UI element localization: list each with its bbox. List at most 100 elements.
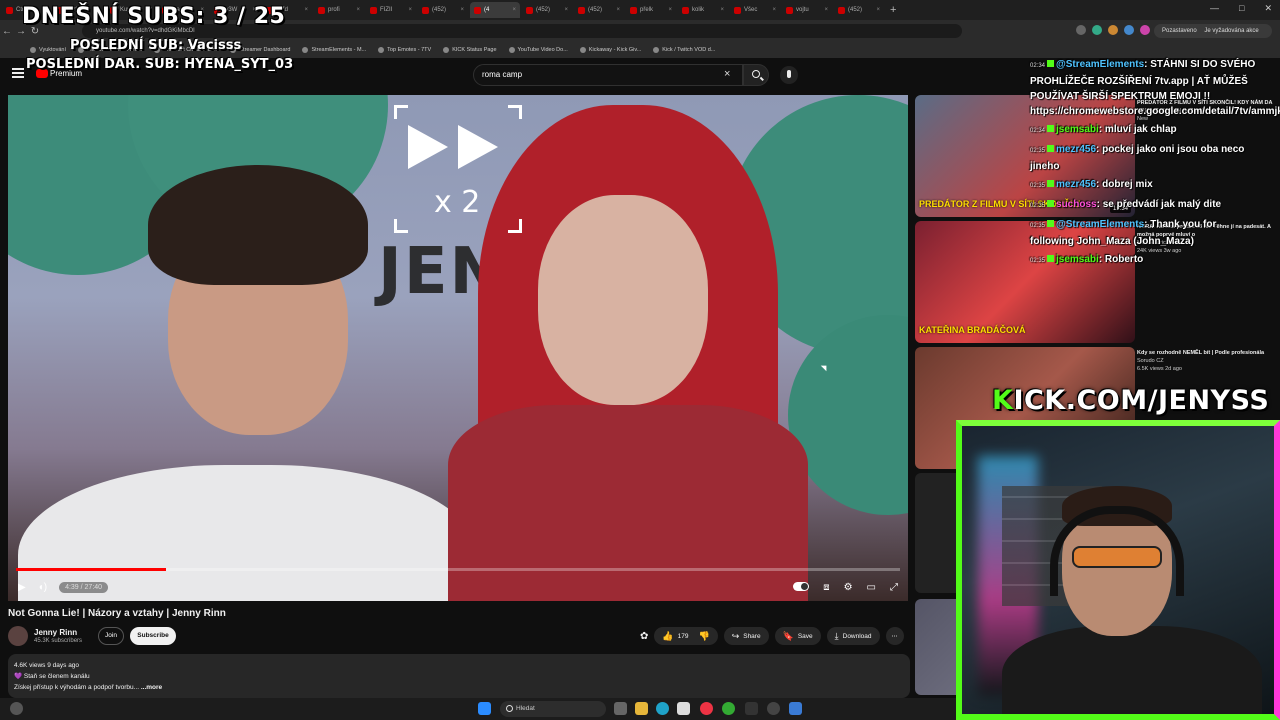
volume-icon[interactable]: ◖) (38, 582, 47, 593)
edge-icon[interactable] (656, 702, 669, 715)
tab-close-icon[interactable]: × (356, 7, 360, 13)
tab-close-icon[interactable]: × (616, 7, 620, 13)
like-count[interactable]: 179 (678, 633, 689, 640)
tab-close-icon[interactable]: × (564, 7, 568, 13)
browser-tab[interactable]: Všec × (730, 2, 780, 18)
tab-close-icon[interactable]: × (824, 7, 828, 13)
captions-icon[interactable]: ⧈ (823, 582, 829, 593)
join-button[interactable]: Join (98, 627, 124, 645)
browser-tab[interactable]: (452) × (522, 2, 572, 18)
last-donation-sub-overlay: POSLEDNÍ DAR. SUB: HYENA_SYT_03 (26, 57, 294, 72)
extension-icon[interactable] (1124, 25, 1134, 35)
tab-close-icon[interactable]: × (876, 7, 880, 13)
profile-button[interactable]: Pozastaveno Je vyžadována akce (1154, 24, 1272, 38)
calculator-icon[interactable] (677, 702, 690, 715)
extension-icon[interactable] (1076, 25, 1086, 35)
browser-tab[interactable]: (452) × (418, 2, 468, 18)
bookmark-item[interactable]: KICK Status Page (443, 47, 497, 53)
back-icon[interactable]: ← (0, 26, 14, 37)
tab-label: (452) (588, 7, 603, 13)
file-explorer-icon[interactable] (635, 702, 648, 715)
chrome-profile-icon[interactable] (722, 702, 735, 715)
kick-badge-icon (1047, 200, 1055, 207)
rec-info[interactable]: Kdy se rozhodně NEMĚL bít | Podle profes… (1137, 349, 1277, 373)
thanks-icon[interactable]: ✿ (640, 631, 648, 642)
tab-close-icon[interactable]: × (772, 7, 776, 13)
tab-label: kolik (692, 7, 705, 13)
tab-favicon-icon (6, 6, 13, 14)
settings-gear-icon[interactable]: ⚙ (844, 582, 853, 593)
share-button[interactable]: ↪ Share (723, 627, 769, 645)
bookmark-favicon-icon (579, 47, 586, 53)
tab-close-icon[interactable]: × (304, 7, 308, 13)
browser-tab[interactable]: kolik × (678, 2, 728, 18)
fullscreen-icon[interactable]: ⤢ (890, 582, 898, 593)
chrome-icon[interactable] (700, 702, 713, 715)
download-button[interactable]: ⤓ Download (826, 627, 880, 645)
subscribe-button[interactable]: Subscribe (130, 627, 176, 645)
new-tab-button[interactable]: + (890, 4, 896, 16)
channel-avatar[interactable] (8, 626, 28, 646)
widgets-icon[interactable] (10, 702, 23, 715)
extension-icon[interactable] (1108, 25, 1118, 35)
play-icon[interactable]: ▶ (18, 582, 26, 593)
bookmark-item[interactable]: YouTube Video Do... (508, 47, 568, 53)
autoplay-toggle[interactable] (793, 581, 810, 591)
frame-corner (508, 105, 522, 119)
browser-tab[interactable]: (4 × (470, 2, 520, 18)
hamburger-menu-icon[interactable] (12, 68, 24, 78)
share-label: Share (743, 632, 761, 640)
like-icon[interactable]: 👍 (662, 631, 673, 642)
task-view-icon[interactable] (614, 702, 627, 715)
close-window-button[interactable]: ✕ (1264, 3, 1272, 14)
start-menu-icon[interactable] (478, 702, 491, 715)
time-display: 4:39 / 27:40 (59, 581, 109, 593)
minimize-button[interactable]: — (1210, 3, 1219, 14)
bookmark-item[interactable]: Vyuktování (30, 47, 66, 53)
search-input[interactable]: roma camp (473, 64, 743, 86)
tab-favicon-icon (370, 6, 377, 14)
bookmark-label: Kickaway - Kick Giv... (588, 47, 642, 53)
browser-tab[interactable]: (452) × (574, 2, 624, 18)
frame-corner (394, 105, 408, 119)
app-icon[interactable] (789, 702, 802, 715)
channel-name[interactable]: Jenny Rinn (34, 628, 77, 637)
video-player[interactable]: JENN x 2 ▶ ◖) 4:39 / 27:40 ⧈ ⚙ ▭ ⤢ (8, 95, 908, 601)
bookmark-item[interactable]: Kickaway - Kick Giv... (579, 47, 642, 53)
bookmark-item[interactable]: StreamElements - M... (302, 47, 366, 53)
maximize-button[interactable]: □ (1239, 3, 1244, 14)
clear-search-icon[interactable]: × (724, 68, 730, 80)
search-button[interactable] (743, 64, 769, 86)
miniplayer-icon[interactable]: ▭ (867, 582, 876, 593)
tab-label: vojtu (796, 7, 809, 13)
browser-tab[interactable]: profi × (314, 2, 364, 18)
tab-close-icon[interactable]: × (512, 7, 516, 13)
bookmark-label: StreamElements - M... (311, 47, 367, 53)
extension-icon[interactable] (1092, 25, 1102, 35)
terminal-icon[interactable] (745, 702, 758, 715)
browser-tab[interactable]: (452) × (834, 2, 884, 18)
browser-tab[interactable]: přelk × (626, 2, 676, 18)
chat-message: 02:34 jsemsabi: mluví jak chlap (1030, 122, 1262, 139)
kick-url-overlay: KICK.COM/JENYSS (992, 385, 1269, 416)
dislike-icon[interactable]: 👎 (698, 631, 709, 642)
tab-close-icon[interactable]: × (668, 7, 672, 13)
extension-icon[interactable] (1140, 25, 1150, 35)
more-actions-button[interactable]: ⋯ (885, 627, 904, 645)
taskbar-search[interactable]: Hledat (500, 701, 606, 717)
more-link[interactable]: ...more (141, 684, 162, 691)
progress-bar[interactable] (16, 568, 900, 571)
tab-close-icon[interactable]: × (460, 7, 464, 13)
browser-tab[interactable]: vojtu × (782, 2, 832, 18)
chat-username: jsemsabi (1056, 254, 1099, 265)
description-box[interactable]: 4.6K views 9 days ago 💜 Staň se členem k… (8, 654, 910, 698)
chat-username: @StreamElements (1056, 219, 1145, 230)
save-button[interactable]: 🔖 Save (774, 627, 821, 645)
bookmark-item[interactable]: Top Emotes - 7TV (378, 47, 431, 53)
obs-icon[interactable] (767, 702, 780, 715)
tab-close-icon[interactable]: × (720, 7, 724, 13)
tab-close-icon[interactable]: × (408, 7, 412, 13)
bookmark-item[interactable]: Kick / Twitch VOD d... (653, 47, 715, 53)
browser-tab[interactable]: FIZII × (366, 2, 416, 18)
voice-search-button[interactable] (780, 66, 798, 84)
